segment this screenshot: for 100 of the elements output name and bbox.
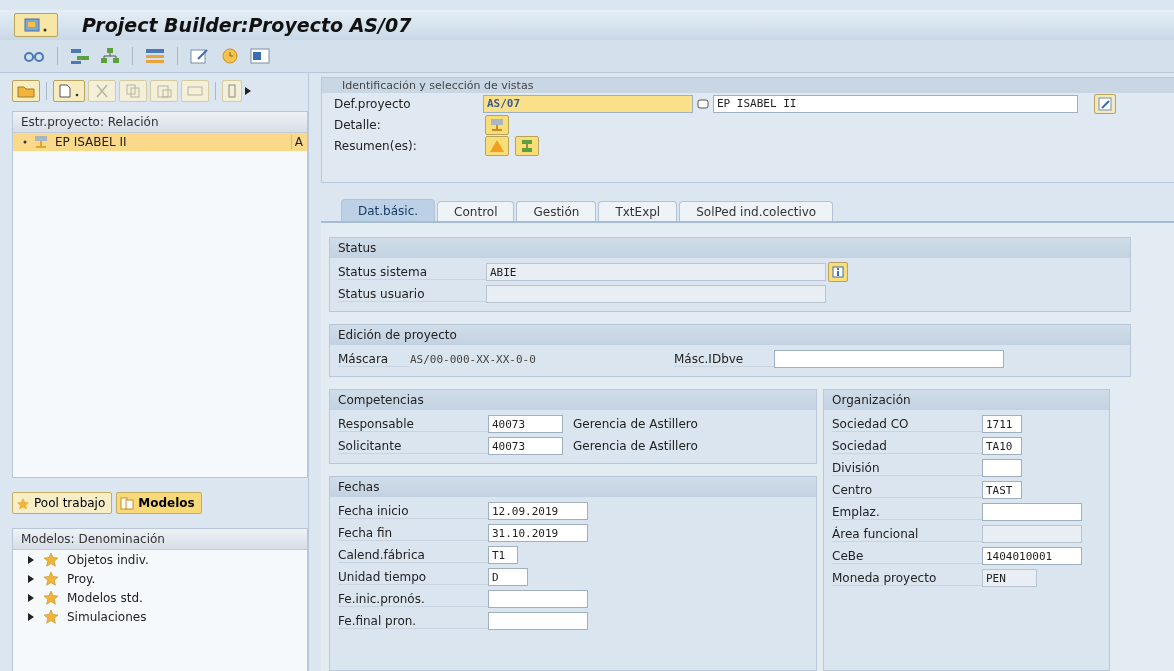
field-label: Detalle: xyxy=(334,117,382,132)
group-title: Edición de proyecto xyxy=(330,325,1130,345)
copy-icon xyxy=(124,84,142,98)
person-field[interactable]: 40073 xyxy=(488,437,563,455)
structure-button[interactable] xyxy=(515,135,539,156)
organization-field[interactable] xyxy=(982,459,1022,477)
date-field[interactable]: 31.10.2019 xyxy=(488,524,588,542)
tree-label: Modelos std. xyxy=(67,590,143,605)
date-field[interactable]: T1 xyxy=(488,546,518,564)
monitor-icon[interactable] xyxy=(249,47,271,65)
edit-button[interactable] xyxy=(1094,93,1116,114)
collapsed-arrow-icon[interactable] xyxy=(27,612,35,621)
hierarchy-icon[interactable] xyxy=(69,47,91,65)
collapsed-arrow-icon[interactable] xyxy=(27,593,35,602)
field-label: Fe.inic.pronós. xyxy=(338,591,488,607)
field-label: Sociedad xyxy=(832,438,982,454)
field-label: División xyxy=(832,460,982,476)
system-menu-button[interactable] xyxy=(14,13,58,37)
tree-label: Objetos indiv. xyxy=(67,552,149,567)
new-document-button[interactable] xyxy=(53,80,85,102)
document-icon xyxy=(58,84,80,98)
field-label: Status sistema xyxy=(338,264,486,280)
project-field[interactable]: AS/07 xyxy=(483,94,693,113)
field-label: Máscara xyxy=(338,351,410,367)
tree-row[interactable]: EP ISABEL II A xyxy=(13,133,307,151)
clock-icon[interactable] xyxy=(219,47,241,65)
warning-icon xyxy=(489,138,505,153)
star-icon xyxy=(43,571,59,586)
person-field[interactable]: 40073 xyxy=(488,415,563,433)
date-field[interactable] xyxy=(488,590,588,608)
models-button[interactable]: Modelos xyxy=(116,492,202,514)
field-label: Fe.final pron. xyxy=(338,613,488,629)
collapsed-arrow-icon[interactable] xyxy=(27,555,35,564)
tab[interactable]: Control xyxy=(437,201,515,221)
description-field[interactable]: EP ISABEL II xyxy=(713,94,1078,113)
field-value: AS/00-000-XX-XX-0-0 xyxy=(410,352,537,366)
paste-icon xyxy=(155,84,173,98)
tree-header: Modelos: Denominación xyxy=(13,529,307,550)
tree-label: Proy. xyxy=(67,571,96,586)
tab[interactable]: SolPed ind.colectivo xyxy=(679,201,834,221)
table-icon[interactable] xyxy=(144,47,166,65)
detail-button[interactable] xyxy=(485,114,509,135)
tab[interactable]: Gestión xyxy=(516,201,597,221)
scissors-icon xyxy=(93,84,111,98)
bullet-icon xyxy=(23,140,27,144)
collapsed-arrow-icon[interactable] xyxy=(27,574,35,583)
checkbox-icon[interactable] xyxy=(697,97,709,110)
field-label: Def.proyecto xyxy=(334,96,412,111)
field-description: Gerencia de Astillero xyxy=(573,439,698,453)
open-folder-button[interactable] xyxy=(12,80,40,102)
network-icon[interactable] xyxy=(99,47,121,65)
field-label: Fecha inicio xyxy=(338,503,488,519)
field-label: Responsable xyxy=(338,416,488,432)
organization-field[interactable]: 1711 xyxy=(982,415,1022,433)
window-icon xyxy=(23,16,49,34)
folder-icon xyxy=(17,84,35,98)
group-title: Fechas xyxy=(330,477,816,497)
copy-button[interactable] xyxy=(119,80,147,102)
tree-label: EP ISABEL II xyxy=(55,135,128,149)
group-title: Competencias xyxy=(330,390,816,410)
tab[interactable]: Dat.básic. xyxy=(341,199,436,221)
warning-button[interactable] xyxy=(485,135,509,156)
organization-field[interactable] xyxy=(982,503,1082,521)
mask-field[interactable] xyxy=(774,350,1004,368)
field-label: Moneda proyecto xyxy=(832,570,982,586)
field-label: Calend.fábrica xyxy=(338,547,488,563)
project-icon xyxy=(33,135,49,149)
star-icon xyxy=(16,496,30,510)
window-title: Project Builder:Proyecto AS/07 xyxy=(82,14,412,36)
field-label: Unidad tiempo xyxy=(338,569,488,585)
edit-icon xyxy=(1098,96,1112,111)
group-title: Organización xyxy=(824,390,1109,410)
tab[interactable]: TxtExpl xyxy=(598,201,678,221)
date-field[interactable]: D xyxy=(488,568,528,586)
field-label: Solicitante xyxy=(338,438,488,454)
edit-icon[interactable] xyxy=(189,47,211,65)
field-label: Emplaz. xyxy=(832,504,982,520)
cut-button[interactable] xyxy=(88,80,116,102)
tree-cell: A xyxy=(290,135,307,149)
field-label: Fecha fin xyxy=(338,525,488,541)
star-icon xyxy=(43,552,59,567)
tree-header: Estr.proyecto: Relación xyxy=(13,112,307,133)
organization-field[interactable]: 1404010001 xyxy=(982,547,1082,565)
field-label: Resumen(es): xyxy=(334,138,418,153)
date-field[interactable] xyxy=(488,612,588,630)
structure-icon xyxy=(519,138,535,153)
section-header: Identificación y selección de vistas xyxy=(322,78,1174,93)
field-description: Gerencia de Astillero xyxy=(573,417,698,431)
organization-field[interactable]: TA10 xyxy=(982,437,1022,455)
field-label: Área funcional xyxy=(832,526,982,542)
project-icon xyxy=(489,117,505,132)
group-title: Status xyxy=(330,238,1130,258)
tree-label: Simulaciones xyxy=(67,609,147,624)
more-arrow-icon[interactable] xyxy=(245,87,251,95)
organization-field[interactable]: TAST xyxy=(982,481,1022,499)
field-label: CeBe xyxy=(832,548,982,564)
pool-button[interactable]: Pool trabajo xyxy=(12,492,113,514)
date-field[interactable]: 12.09.2019 xyxy=(488,502,588,520)
star-icon xyxy=(43,590,59,605)
paste-button[interactable] xyxy=(150,80,178,102)
